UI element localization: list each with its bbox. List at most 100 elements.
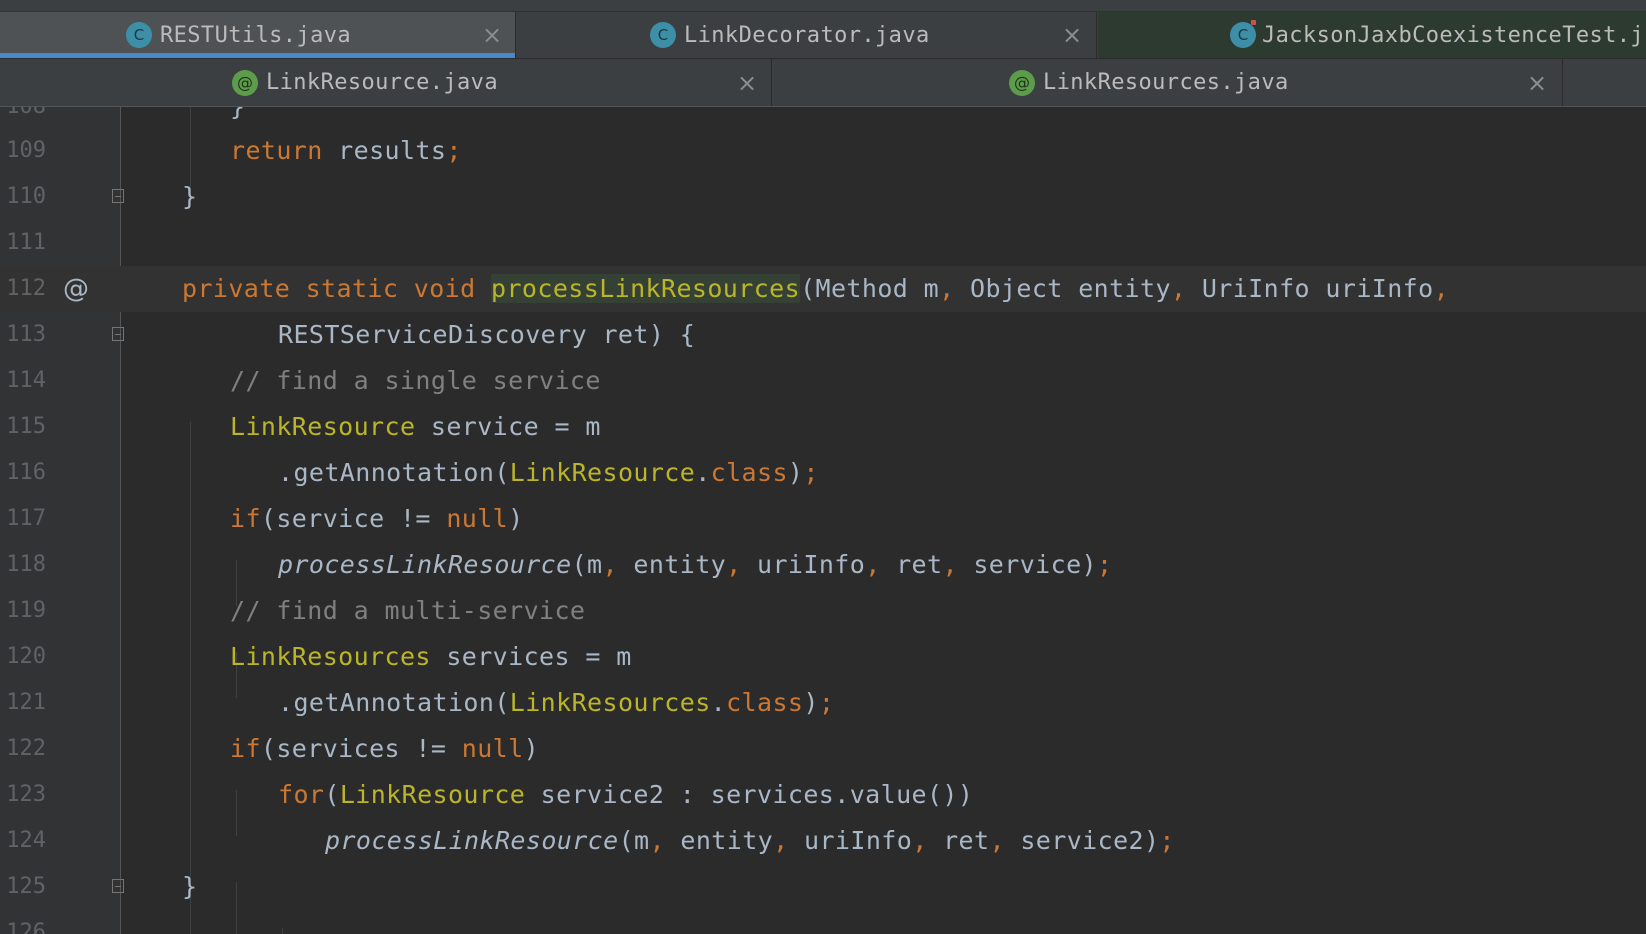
- argument: ret: [943, 826, 990, 855]
- code-text: if(services != null): [230, 734, 540, 763]
- tab-label: RESTUtils.java: [160, 22, 352, 48]
- line-number: 114: [6, 368, 46, 393]
- code-line: 110 }: [0, 174, 1646, 220]
- punctuation: ;: [1159, 826, 1175, 855]
- close-tab-icon[interactable]: ×: [1527, 59, 1547, 106]
- method-name-highlight: processLinkResources: [491, 274, 801, 303]
- line-number: 122: [6, 736, 46, 761]
- line-number: 109: [6, 138, 46, 163]
- argument: (m: [618, 826, 650, 855]
- punctuation: ,: [989, 826, 1021, 855]
- line-number: 119: [6, 598, 46, 623]
- tab-restutils[interactable]: C RESTUtils.java ×: [0, 12, 516, 58]
- argument: uriInfo: [804, 826, 913, 855]
- line-number: 115: [6, 414, 46, 439]
- active-tab-indicator: [0, 53, 515, 58]
- line-number: 117: [6, 506, 46, 531]
- class-icon: C: [126, 22, 152, 48]
- fold-start-icon[interactable]: [112, 327, 126, 343]
- code-line: 109 return results;: [0, 128, 1646, 174]
- argument: entity: [633, 550, 727, 579]
- code-line: 121 .getAnnotation(LinkResources.class);: [0, 680, 1646, 726]
- argument: ret: [896, 550, 943, 579]
- code-line: 125 }: [0, 864, 1646, 910]
- code-comment: // find a multi-service: [230, 596, 586, 625]
- annotation-icon: @: [1009, 69, 1035, 96]
- line-number: 112: [6, 276, 46, 301]
- tab-linkresources[interactable]: @ LinkResources.java ×: [773, 59, 1563, 106]
- argument: (m: [571, 550, 603, 579]
- code-text: LinkResources services = m: [230, 642, 632, 671]
- override-marker-icon[interactable]: @: [63, 266, 89, 312]
- line-number: 116: [6, 460, 46, 485]
- code-editor[interactable]: 108 } 109 return results; 110 } 111 112 …: [0, 107, 1646, 934]
- punctuation: ,: [942, 550, 974, 579]
- code-line: 126: [0, 910, 1646, 934]
- punctuation: ,: [865, 550, 897, 579]
- fold-end-icon[interactable]: [112, 879, 126, 895]
- tab-label: LinkDecorator.java: [684, 22, 930, 48]
- tab-jacksonjaxbcoexistencetest[interactable]: C JacksonJaxbCoexistenceTest.j: [1098, 12, 1646, 58]
- editor-tab-row-1: C RESTUtils.java × C LinkDecorator.java …: [0, 12, 1646, 59]
- close-tab-icon[interactable]: ×: [737, 59, 757, 106]
- code-text: .getAnnotation(LinkResources.class);: [278, 688, 835, 717]
- punctuation: ,: [726, 550, 758, 579]
- code-line: 114 // find a single service: [0, 358, 1646, 404]
- code-text: return results;: [230, 136, 462, 165]
- code-text: LinkResource service = m: [230, 412, 601, 441]
- code-text: private static void processLinkResources…: [182, 274, 1450, 303]
- lightbulb-icon[interactable]: [150, 224, 170, 252]
- tab-linkresource[interactable]: @ LinkResource.java ×: [0, 59, 772, 106]
- code-text: }: [230, 107, 245, 130]
- line-number: 120: [6, 644, 46, 669]
- argument: service2): [1020, 826, 1160, 855]
- code-comment: // find a single service: [230, 366, 601, 395]
- code-line: 120 LinkResources services = m: [0, 634, 1646, 680]
- punctuation: ,: [912, 826, 944, 855]
- code-text: processLinkResource(m, entity, uriInfo, …: [278, 550, 1113, 579]
- line-number: 121: [6, 690, 46, 715]
- tab-label: LinkResource.java: [266, 70, 498, 95]
- code-text: }: [182, 182, 198, 211]
- argument: service): [973, 550, 1097, 579]
- close-tab-icon[interactable]: ×: [482, 12, 502, 58]
- code-line: 113 RESTServiceDiscovery ret) {: [0, 312, 1646, 358]
- line-number: 113: [6, 322, 46, 347]
- tab-linkdecorator[interactable]: C LinkDecorator.java ×: [517, 12, 1097, 58]
- line-number: 108: [0, 107, 46, 130]
- code-text: .getAnnotation(LinkResource.class);: [278, 458, 819, 487]
- punctuation: ,: [773, 826, 805, 855]
- code-line-current: 112 @ private static void processLinkRes…: [0, 266, 1646, 312]
- argument: entity: [680, 826, 774, 855]
- line-number: 111: [6, 230, 46, 255]
- line-number: 123: [6, 782, 46, 807]
- code-line: 123 for(LinkResource service2 : services…: [0, 772, 1646, 818]
- line-number: 110: [6, 184, 46, 209]
- close-tab-icon[interactable]: ×: [1062, 12, 1082, 58]
- tab-label: LinkResources.java: [1043, 70, 1289, 95]
- code-text: if(service != null): [230, 504, 524, 533]
- code-line: 122 if(services != null): [0, 726, 1646, 772]
- code-line: 117 if(service != null): [0, 496, 1646, 542]
- argument: uriInfo: [757, 550, 866, 579]
- annotation-icon: @: [232, 69, 258, 96]
- code-text: RESTServiceDiscovery ret) {: [278, 320, 696, 349]
- fold-end-icon[interactable]: [112, 189, 126, 205]
- code-text: for(LinkResource service2 : services.val…: [278, 780, 974, 809]
- code-line: 108 }: [0, 107, 1646, 130]
- code-text: processLinkResource(m, entity, uriInfo, …: [325, 826, 1175, 855]
- punctuation: ,: [602, 550, 634, 579]
- code-line: 115 LinkResource service = m: [0, 404, 1646, 450]
- punctuation: ;: [1096, 550, 1113, 579]
- code-text: }: [182, 872, 198, 901]
- line-number: 126: [6, 920, 46, 934]
- line-number: 125: [6, 874, 46, 899]
- test-class-icon: C: [1230, 20, 1256, 48]
- editor-tab-row-2: @ LinkResource.java × @ LinkResources.ja…: [0, 59, 1646, 107]
- punctuation: ,: [649, 826, 681, 855]
- tab-label: JacksonJaxbCoexistenceTest.j: [1262, 22, 1645, 48]
- line-number: 124: [6, 828, 46, 853]
- code-line: 124 processLinkResource(m, entity, uriIn…: [0, 818, 1646, 864]
- code-line: 111: [0, 220, 1646, 266]
- code-line: 118 processLinkResource(m, entity, uriIn…: [0, 542, 1646, 588]
